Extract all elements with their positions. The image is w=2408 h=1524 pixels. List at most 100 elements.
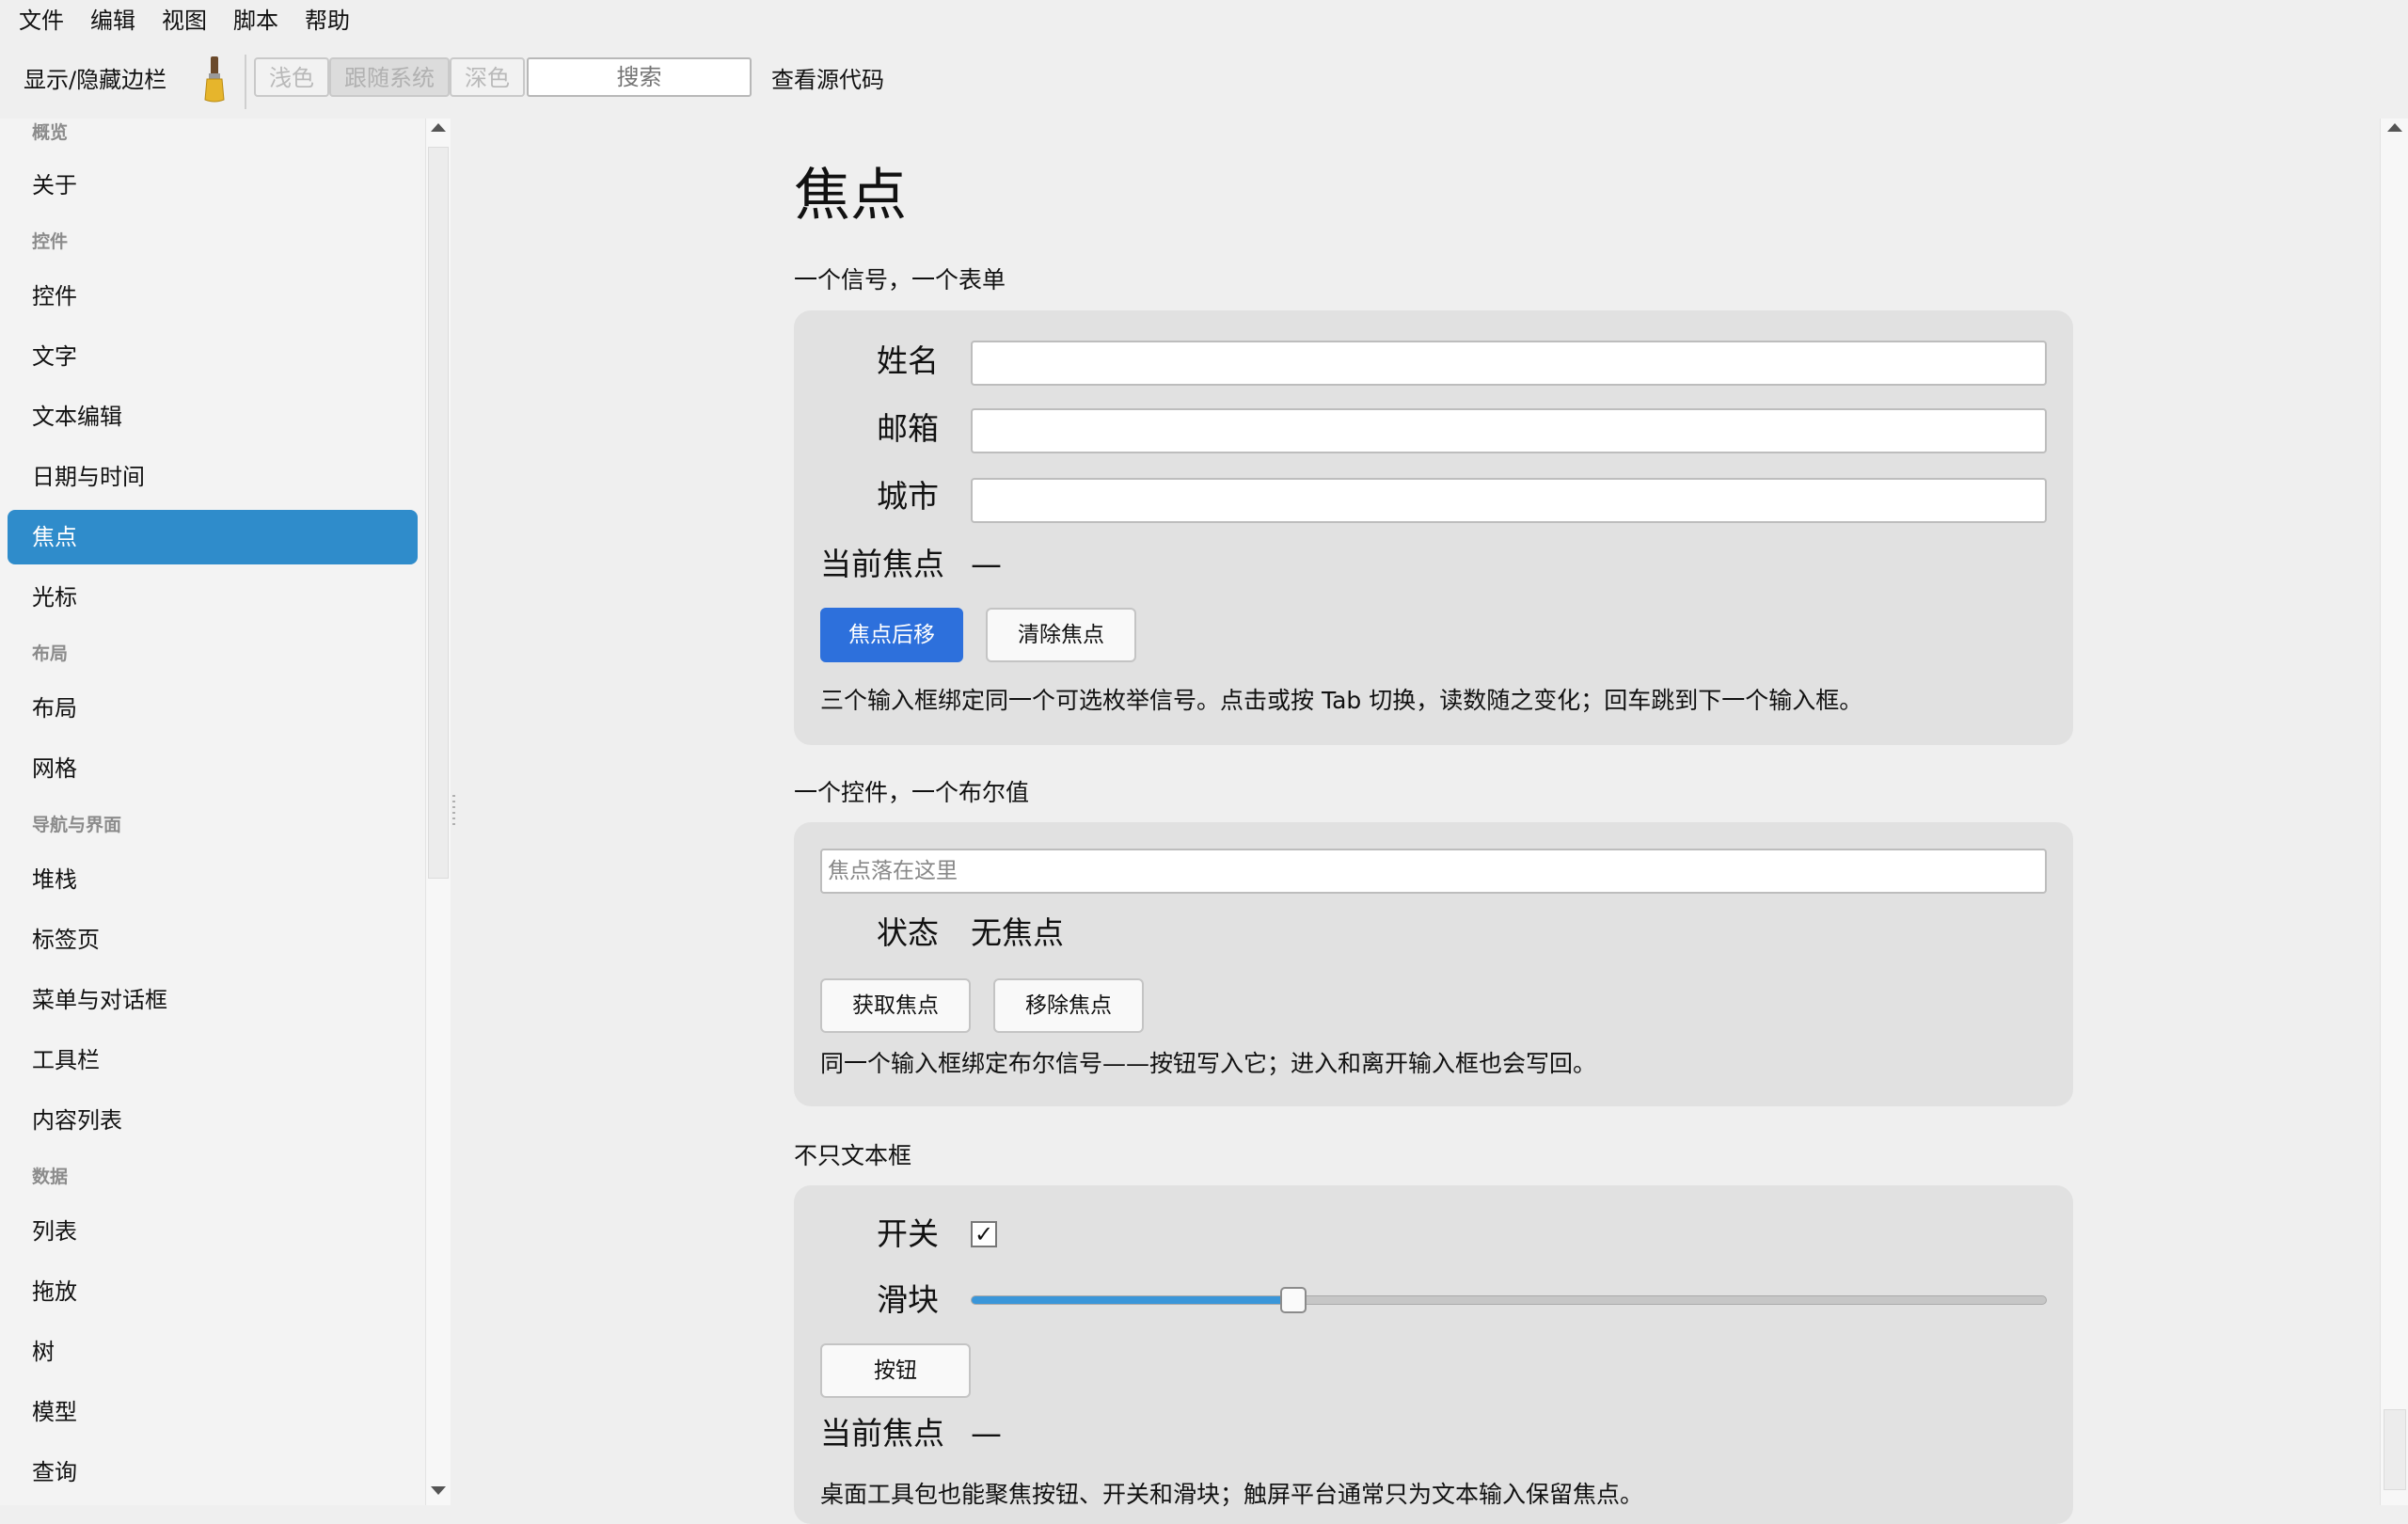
sidebar-item-text-edit[interactable]: 文本编辑 [8,389,418,444]
section-title-beyond-textbox: 不只文本框 [794,1142,912,1169]
paintbrush-icon[interactable] [199,55,230,103]
status-label: 状态 [877,914,939,951]
sidebar-item-about[interactable]: 关于 [8,158,418,213]
sidebar-section-navigation: 导航与界面 [32,815,122,835]
sidebar-item-layout[interactable]: 布局 [8,681,418,736]
menu-view[interactable]: 视图 [162,6,207,36]
sidebar-item-date-time[interactable]: 日期与时间 [8,450,418,504]
sidebar-item-label: 日期与时间 [32,464,145,490]
section-title-signal-form: 一个信号，一个表单 [794,266,1006,294]
switch-label: 开关 [877,1215,939,1252]
sidebar-item-label: 控件 [32,283,77,310]
sidebar-item-label: 标签页 [32,927,100,953]
status-value: 无焦点 [971,914,1064,951]
sidebar-item-tree[interactable]: 树 [8,1325,418,1379]
slider-label: 滑块 [877,1281,939,1318]
beyond-textbox-card: 开关 ✓ 滑块 按钮 当前焦点 — 桌面工具包也能聚焦按钮、开关和滑块；触屏平台… [794,1185,2073,1524]
main-scrollbar-thumb[interactable] [2384,1409,2406,1490]
sidebar-item-toolbar[interactable]: 工具栏 [8,1033,418,1087]
menu-bar: 文件 编辑 视图 脚本 帮助 [0,0,2408,42]
main-scrollbar[interactable] [2380,119,2408,1505]
slider-handle[interactable] [1280,1287,1307,1313]
sidebar-item-label: 列表 [32,1218,77,1245]
sidebar-item-label: 文字 [32,343,77,370]
sidebar-item-label: 内容列表 [32,1107,122,1134]
sidebar-item-text[interactable]: 文字 [8,329,418,384]
sidebar-item-label: 模型 [32,1399,77,1425]
sidebar: 概览 关于 控件 控件 文字 文本编辑 日期与时间 焦点 光标 布局 布局 网格… [0,119,425,1505]
slider-track[interactable] [971,1295,2047,1305]
sidebar-item-grid[interactable]: 网格 [8,741,418,796]
sidebar-item-label: 网格 [32,755,77,782]
view-source-button[interactable]: 查看源代码 [771,65,884,95]
name-label: 姓名 [877,342,939,379]
sidebar-item-tabs[interactable]: 标签页 [8,913,418,967]
sidebar-section-overview: 概览 [32,122,69,143]
city-field[interactable] [971,478,2047,523]
switch-checkbox[interactable]: ✓ [971,1221,997,1247]
sidebar-item-label: 关于 [32,172,77,198]
city-label: 城市 [877,478,939,515]
menu-script[interactable]: 脚本 [233,6,278,36]
scroll-up-icon[interactable] [431,123,446,132]
sidebar-item-query[interactable]: 查询 [8,1445,418,1500]
sidebar-item-label: 堆栈 [32,866,77,893]
sidebar-item-menus-dialogs[interactable]: 菜单与对话框 [8,973,418,1027]
focus-next-button[interactable]: 焦点后移 [820,608,963,662]
signal-form-description: 三个输入框绑定同一个可选枚举信号。点击或按 Tab 切换，读数随之变化；回车跳到… [820,687,1863,714]
sidebar-scrollbar-thumb[interactable] [428,147,449,879]
signal-form-card: 姓名 邮箱 城市 当前焦点 — 焦点后移 清除焦点 三个输入框绑定同一个可选枚举… [794,310,2073,745]
sidebar-item-label: 拖放 [32,1278,77,1305]
search-input[interactable] [527,57,752,97]
email-field[interactable] [971,408,2047,453]
sidebar-section-data: 数据 [32,1167,69,1187]
focus-target-input[interactable]: 焦点落在这里 [820,849,2047,894]
current-focus-value: — [971,1415,1002,1452]
bool-widget-description: 同一个输入框绑定布尔信号——按钮写入它；进入和离开输入框也会写回。 [820,1050,1597,1077]
sidebar-item-model[interactable]: 模型 [8,1385,418,1439]
sidebar-item-stack[interactable]: 堆栈 [8,852,418,907]
checkmark-icon: ✓ [974,1221,994,1247]
scroll-down-icon[interactable] [431,1486,446,1495]
theme-system-button[interactable]: 跟随系统 [329,57,450,97]
clear-focus-button[interactable]: 清除焦点 [986,608,1136,662]
name-field[interactable] [971,341,2047,386]
sidebar-item-widgets[interactable]: 控件 [8,269,418,324]
beyond-textbox-description: 桌面工具包也能聚焦按钮、开关和滑块；触屏平台通常只为文本输入保留焦点。 [820,1481,1644,1508]
toolbar-separator [245,55,246,109]
remove-focus-button[interactable]: 移除焦点 [993,978,1144,1033]
theme-light-button[interactable]: 浅色 [254,57,329,97]
splitter-handle[interactable] [452,795,455,829]
sidebar-item-content-list[interactable]: 内容列表 [8,1093,418,1148]
sidebar-toggle-button[interactable]: 显示/隐藏边栏 [24,65,166,95]
email-label: 邮箱 [877,410,939,447]
theme-dark-button[interactable]: 深色 [450,57,525,97]
current-focus-value: — [971,546,1002,582]
menu-edit[interactable]: 编辑 [90,6,135,36]
sidebar-item-focus[interactable]: 焦点 [8,510,418,564]
sidebar-item-label: 菜单与对话框 [32,987,167,1013]
menu-file[interactable]: 文件 [19,6,64,36]
page-title: 焦点 [794,163,907,229]
button-demo[interactable]: 按钮 [820,1343,971,1398]
sidebar-item-label: 树 [32,1339,55,1365]
sidebar-item-label: 布局 [32,695,77,722]
sidebar-section-layout: 布局 [32,643,69,664]
slider-fill [972,1296,1294,1304]
menu-help[interactable]: 帮助 [305,6,350,36]
sidebar-item-label: 查询 [32,1459,77,1485]
sidebar-item-list[interactable]: 列表 [8,1204,418,1259]
sidebar-scrollbar[interactable] [425,119,451,1505]
scroll-up-icon[interactable] [2387,123,2402,132]
sidebar-item-label: 焦点 [32,524,77,550]
section-title-bool-widget: 一个控件，一个布尔值 [794,779,1030,806]
get-focus-button[interactable]: 获取焦点 [820,978,971,1033]
current-focus-label: 当前焦点 [820,1415,944,1452]
sidebar-item-drag-drop[interactable]: 拖放 [8,1264,418,1319]
current-focus-label: 当前焦点 [820,546,944,582]
sidebar-section-widgets: 控件 [32,231,69,252]
sidebar-item-label: 文本编辑 [32,404,122,430]
sidebar-item-label: 工具栏 [32,1047,100,1073]
bool-widget-card: 焦点落在这里 状态 无焦点 获取焦点 移除焦点 同一个输入框绑定布尔信号——按钮… [794,822,2073,1106]
sidebar-item-cursor[interactable]: 光标 [8,570,418,625]
